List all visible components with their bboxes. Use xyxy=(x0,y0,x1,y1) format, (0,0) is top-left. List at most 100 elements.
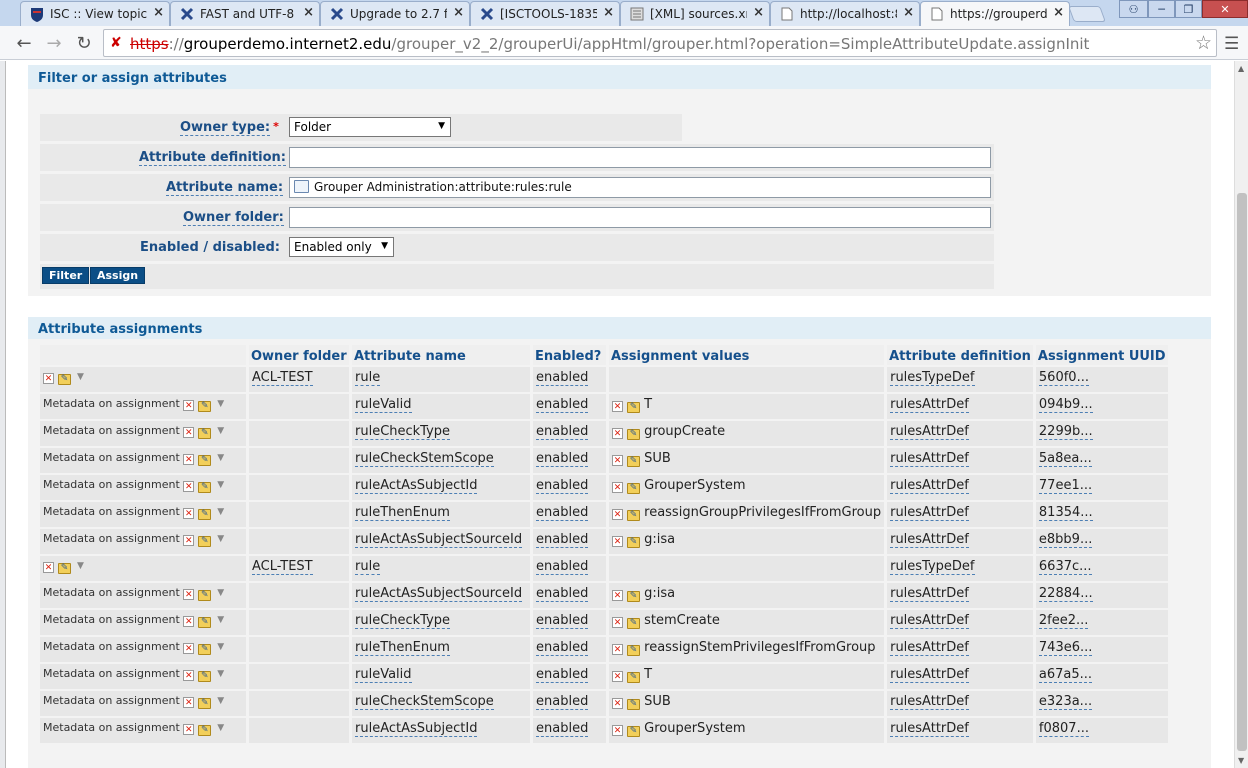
delete-value-icon[interactable]: ✕ xyxy=(612,509,623,520)
scrollbar-thumb[interactable] xyxy=(1237,193,1247,751)
edit-value-icon[interactable]: ✎ xyxy=(627,456,640,467)
attribute-definition-link[interactable]: rulesAttrDef xyxy=(890,451,969,467)
forward-arrow-icon[interactable]: → xyxy=(42,31,66,55)
close-icon[interactable]: × xyxy=(1053,5,1064,20)
chevron-down-icon[interactable]: ▼ xyxy=(217,615,224,625)
edit-icon[interactable]: ✎ xyxy=(198,536,212,547)
owner-folder-link[interactable]: ACL-TEST xyxy=(252,370,313,386)
edit-value-icon[interactable]: ✎ xyxy=(627,699,640,710)
assign-button[interactable]: Assign xyxy=(90,267,146,284)
enabled-link[interactable]: enabled xyxy=(536,424,589,440)
attribute-name-link[interactable]: ruleCheckType xyxy=(355,424,451,440)
page-scrollbar[interactable]: ▲ ▼ xyxy=(1234,61,1248,768)
attribute-name-link[interactable]: rule xyxy=(355,559,381,575)
delete-icon[interactable]: ✕ xyxy=(183,724,195,735)
minimize-icon[interactable]: ─ xyxy=(1148,0,1175,18)
edit-value-icon[interactable]: ✎ xyxy=(627,726,640,737)
attribute-name-link[interactable]: rule xyxy=(355,370,381,386)
scroll-down-icon[interactable]: ▼ xyxy=(1238,756,1244,765)
edit-value-icon[interactable]: ✎ xyxy=(627,483,640,494)
chevron-down-icon[interactable]: ▼ xyxy=(77,372,84,382)
delete-value-icon[interactable]: ✕ xyxy=(612,536,623,547)
delete-value-icon[interactable]: ✕ xyxy=(612,725,623,736)
edit-icon[interactable]: ✎ xyxy=(198,428,212,439)
edit-icon[interactable]: ✎ xyxy=(58,563,71,574)
edit-icon[interactable]: ✎ xyxy=(198,401,212,412)
attribute-name-link[interactable]: ruleCheckStemScope xyxy=(355,451,494,467)
edit-value-icon[interactable]: ✎ xyxy=(627,672,640,683)
filter-button[interactable]: Filter xyxy=(42,267,90,284)
delete-icon[interactable]: ✕ xyxy=(183,427,195,438)
attribute-name-link[interactable]: ruleActAsSubjectSourceId xyxy=(355,532,523,548)
edit-icon[interactable]: ✎ xyxy=(198,644,212,655)
attribute-definition-link[interactable]: rulesAttrDef xyxy=(890,640,969,656)
bookmark-star-icon[interactable]: ☆ xyxy=(1195,32,1212,54)
assignment-uuid-link[interactable]: 2299b... xyxy=(1038,424,1093,440)
assignment-uuid-link[interactable]: f0807... xyxy=(1038,721,1089,737)
attribute-definition-link[interactable]: rulesAttrDef xyxy=(890,478,969,494)
attribute-name-input[interactable]: Grouper Administration:attribute:rules:r… xyxy=(289,177,991,198)
chevron-down-icon[interactable]: ▼ xyxy=(217,507,224,517)
attribute-name-link[interactable]: ruleActAsSubjectSourceId xyxy=(355,586,523,602)
edit-icon[interactable]: ✎ xyxy=(198,455,212,466)
edit-icon[interactable]: ✎ xyxy=(198,509,212,520)
edit-icon[interactable]: ✎ xyxy=(198,698,212,709)
assignment-uuid-link[interactable]: e323a... xyxy=(1038,694,1093,710)
assignment-uuid-link[interactable]: 743e6... xyxy=(1038,640,1093,656)
edit-value-icon[interactable]: ✎ xyxy=(627,510,640,521)
edit-value-icon[interactable]: ✎ xyxy=(627,645,640,656)
close-icon[interactable]: × xyxy=(153,5,164,20)
delete-icon[interactable]: ✕ xyxy=(183,454,195,465)
close-icon[interactable]: × xyxy=(903,5,914,20)
chevron-down-icon[interactable]: ▼ xyxy=(77,561,84,571)
scroll-up-icon[interactable]: ▲ xyxy=(1238,64,1244,73)
attribute-name-link[interactable]: ruleActAsSubjectId xyxy=(355,721,478,737)
attribute-name-link[interactable]: ruleThenEnum xyxy=(355,505,450,521)
delete-icon[interactable]: ✕ xyxy=(43,562,54,573)
assignment-uuid-link[interactable]: 094b9... xyxy=(1038,397,1093,413)
attribute-name-link[interactable]: ruleCheckStemScope xyxy=(355,694,494,710)
attribute-definition-link[interactable]: rulesAttrDef xyxy=(890,667,969,683)
chevron-down-icon[interactable]: ▼ xyxy=(217,723,224,733)
enabled-link[interactable]: enabled xyxy=(536,532,589,548)
browser-tab[interactable]: ISC :: View topic - × xyxy=(20,1,170,26)
broken-lock-icon[interactable]: ✘ xyxy=(110,35,126,51)
attribute-definition-link[interactable]: rulesTypeDef xyxy=(890,370,975,386)
delete-icon[interactable]: ✕ xyxy=(183,508,195,519)
delete-icon[interactable]: ✕ xyxy=(43,373,54,384)
delete-icon[interactable]: ✕ xyxy=(183,616,195,627)
delete-icon[interactable]: ✕ xyxy=(183,400,195,411)
delete-icon[interactable]: ✕ xyxy=(183,589,195,600)
chevron-down-icon[interactable]: ▼ xyxy=(217,453,224,463)
new-tab-button[interactable] xyxy=(1068,6,1106,22)
close-icon[interactable]: × xyxy=(753,5,764,20)
chevron-down-icon[interactable]: ▼ xyxy=(217,588,224,598)
attribute-definition-link[interactable]: rulesAttrDef xyxy=(890,424,969,440)
delete-icon[interactable]: ✕ xyxy=(183,697,195,708)
owner-folder-link[interactable]: ACL-TEST xyxy=(252,559,313,575)
enabled-link[interactable]: enabled xyxy=(536,640,589,656)
window-close-icon[interactable]: ✕ xyxy=(1202,0,1248,18)
edit-value-icon[interactable]: ✎ xyxy=(627,537,640,548)
browser-tab-active[interactable]: https://grouperde × xyxy=(920,1,1070,26)
attribute-definition-link[interactable]: rulesAttrDef xyxy=(890,586,969,602)
edit-icon[interactable]: ✎ xyxy=(58,374,71,385)
edit-value-icon[interactable]: ✎ xyxy=(627,591,640,602)
enabled-link[interactable]: enabled xyxy=(536,667,589,683)
browser-tab[interactable]: [XML] sources.xm × xyxy=(620,1,770,26)
attribute-definition-link[interactable]: rulesAttrDef xyxy=(890,694,969,710)
chevron-down-icon[interactable]: ▼ xyxy=(217,480,224,490)
chevron-down-icon[interactable]: ▼ xyxy=(217,426,224,436)
delete-icon[interactable]: ✕ xyxy=(183,670,195,681)
assignment-uuid-link[interactable]: 2fee2... xyxy=(1038,613,1089,629)
assignment-uuid-link[interactable]: 560f0... xyxy=(1038,370,1089,386)
attribute-name-link[interactable]: ruleActAsSubjectId xyxy=(355,478,478,494)
enabled-link[interactable]: enabled xyxy=(536,478,589,494)
column-header[interactable]: Assignment values xyxy=(609,345,885,365)
attribute-name-link[interactable]: ruleValid xyxy=(355,397,412,413)
delete-icon[interactable]: ✕ xyxy=(183,643,195,654)
enabled-link[interactable]: enabled xyxy=(536,451,589,467)
attribute-definition-input[interactable] xyxy=(289,147,991,168)
enabled-link[interactable]: enabled xyxy=(536,397,589,413)
attribute-name-link[interactable]: ruleThenEnum xyxy=(355,640,450,656)
